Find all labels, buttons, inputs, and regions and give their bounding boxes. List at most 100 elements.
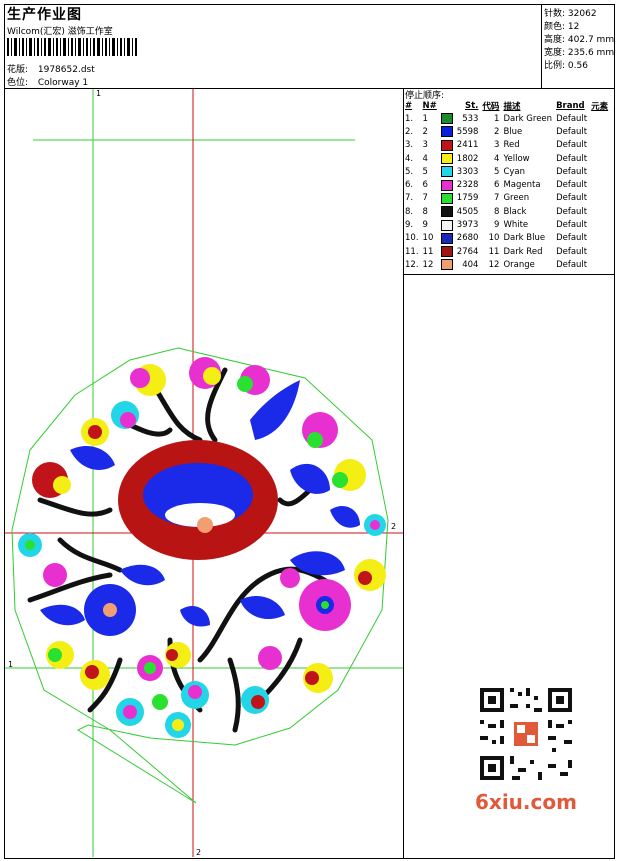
- stat-stitches-value: 32062: [567, 9, 597, 19]
- row-number: 5: [422, 166, 428, 177]
- guide-marker-1-left: 1: [8, 660, 14, 669]
- col-description: 描述: [503, 102, 521, 112]
- row-description: Dark Green: [503, 113, 553, 124]
- stop-row: 9. 9 3973 9 White Default: [403, 218, 610, 231]
- row-swatch: [439, 258, 455, 271]
- row-number: 8: [422, 206, 428, 217]
- row-swatch: [439, 152, 455, 165]
- stop-sequence-table: # N# St. 代码 描述 Brand 元素 1. 1 533 1 Dark Gree…: [403, 100, 610, 272]
- row-element: [589, 125, 610, 138]
- row-index: 4.: [405, 153, 414, 164]
- row-code: 3: [494, 140, 500, 151]
- row-swatch: [439, 178, 455, 191]
- row-element: [589, 139, 610, 152]
- row-description: White: [503, 220, 529, 231]
- row-element: [589, 112, 610, 125]
- row-number: 6: [422, 180, 428, 191]
- row-stitches: 2764: [456, 246, 479, 257]
- stop-row: 6. 6 2328 6 Magenta Default: [403, 178, 610, 191]
- row-index: 9.: [405, 220, 414, 231]
- stop-row: 10. 10 2680 10 Dark Blue Default: [403, 232, 610, 245]
- row-description: Yellow: [503, 153, 530, 164]
- color-swatch: [440, 166, 453, 178]
- row-element: [589, 232, 610, 245]
- col-number: N#: [422, 101, 437, 111]
- stop-row: 12. 12 404 12 Orange Default: [403, 258, 610, 271]
- row-brand: Default: [556, 206, 588, 217]
- sheet-title: 生产作业图: [7, 7, 82, 23]
- stat-ratio-value: 0.56: [567, 61, 588, 71]
- color-swatch: [440, 179, 453, 191]
- col-index: #: [405, 101, 413, 111]
- stat-height-value: 402.7 mm: [567, 35, 615, 45]
- row-number: 11: [422, 246, 434, 257]
- row-brand: Default: [556, 153, 588, 164]
- row-swatch: [439, 192, 455, 205]
- row-index: 12.: [405, 259, 419, 270]
- row-stitches: 5598: [456, 126, 479, 137]
- row-brand: Default: [556, 113, 588, 124]
- row-number: 4: [422, 153, 428, 164]
- row-swatch: [439, 232, 455, 245]
- row-description: Red: [503, 140, 520, 151]
- stat-height-label: 高度:: [544, 35, 566, 45]
- row-number: 12: [422, 259, 434, 270]
- col-swatch: [439, 100, 455, 112]
- row-brand: Default: [556, 166, 588, 177]
- stat-colors-value: 12: [567, 22, 580, 32]
- stop-row: 11. 11 2764 11 Dark Red Default: [403, 245, 610, 258]
- row-swatch: [439, 165, 455, 178]
- stop-row: 3. 3 2411 3 Red Default: [403, 139, 610, 152]
- row-number: 3: [422, 140, 428, 151]
- stat-ratio: 比例: 0.56: [544, 58, 588, 71]
- stop-row: 5. 5 3303 5 Cyan Default: [403, 165, 610, 178]
- colorway-value: Colorway 1: [37, 78, 89, 88]
- row-code: 11: [488, 246, 500, 257]
- stop-table-header: # N# St. 代码 描述 Brand 元素: [403, 100, 610, 112]
- row-swatch: [439, 205, 455, 218]
- color-swatch: [440, 126, 453, 138]
- qr-code: [472, 680, 580, 788]
- row-element: [589, 205, 610, 218]
- row-index: 1.: [405, 113, 414, 124]
- colorway-row: 色位: Colorway 1: [7, 75, 88, 88]
- stat-width: 宽度: 235.6 mm: [544, 45, 614, 58]
- stat-width-value: 235.6 mm: [567, 48, 615, 58]
- row-number: 10: [422, 233, 434, 244]
- row-brand: Default: [556, 126, 588, 137]
- row-description: Green: [503, 193, 530, 204]
- company-name: Wilcom(汇宏) 滋饰工作室: [7, 27, 113, 37]
- row-index: 11.: [405, 246, 419, 257]
- stat-height: 高度: 402.7 mm: [544, 32, 614, 45]
- row-index: 6.: [405, 180, 414, 191]
- row-number: 1: [422, 113, 428, 124]
- col-code: 代码: [482, 102, 500, 112]
- row-brand: Default: [556, 193, 588, 204]
- stats-panel: 针数: 32062 颜色: 12 高度: 402.7 mm 宽度: 235.6 …: [541, 4, 615, 88]
- row-number: 9: [422, 220, 428, 231]
- color-swatch: [440, 113, 453, 125]
- row-code: 9: [494, 220, 500, 231]
- row-code: 1: [494, 113, 500, 124]
- barcode: [7, 38, 137, 56]
- stat-ratio-label: 比例:: [544, 61, 566, 71]
- row-swatch: [439, 245, 455, 258]
- stat-colors-label: 颜色:: [544, 22, 566, 32]
- embroidery-design-canvas: [5, 89, 403, 857]
- row-code: 10: [488, 233, 500, 244]
- stop-row: 2. 2 5598 2 Blue Default: [403, 125, 610, 138]
- row-code: 6: [494, 180, 500, 191]
- row-code: 2: [494, 126, 500, 137]
- row-stitches: 2411: [456, 140, 479, 151]
- row-description: Orange: [503, 259, 535, 270]
- color-swatch: [440, 139, 453, 151]
- stop-row: 7. 7 1759 7 Green Default: [403, 192, 610, 205]
- design-value: 1978652.dst: [37, 65, 95, 75]
- color-swatch: [440, 153, 453, 165]
- row-index: 3.: [405, 140, 414, 151]
- col-element: 元素: [591, 102, 609, 112]
- row-swatch: [439, 218, 455, 231]
- guide-marker-1-top: 1: [96, 89, 102, 98]
- stop-row: 4. 4 1802 4 Yellow Default: [403, 152, 610, 165]
- row-stitches: 533: [462, 113, 479, 124]
